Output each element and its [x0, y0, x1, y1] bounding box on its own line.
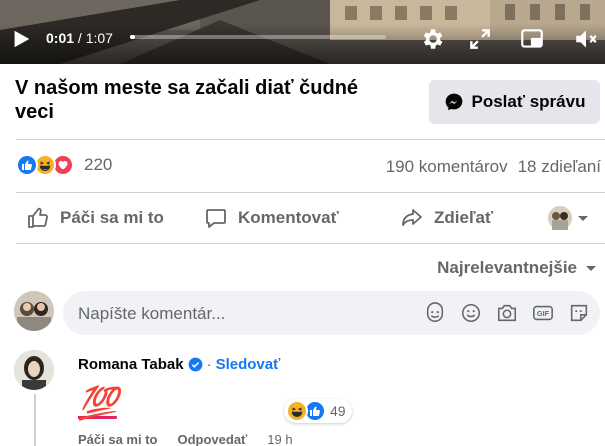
hundred-points-emoji: 💯 [78, 385, 118, 421]
comments-count-link[interactable]: 190 komentárov [386, 157, 508, 177]
post-stats: 190 komentárov 18 zdieľaní [386, 157, 601, 177]
comment-button[interactable]: Komentovať [204, 206, 339, 230]
comment-label: Komentovať [238, 208, 339, 227]
send-message-label: Poslať správu [471, 92, 586, 111]
comment-author: Romana Tabak · Sledovať [78, 356, 280, 373]
shares-count-link[interactable]: 18 zdieľaní [518, 157, 601, 177]
sticker-alt-icon[interactable] [568, 302, 590, 324]
like-button[interactable]: Páči sa mi to [26, 206, 164, 230]
avatar[interactable] [14, 350, 54, 390]
post-action-bar: Páči sa mi to Komentovať Zdieľať [16, 198, 595, 240]
composer-tools: GIF [424, 302, 590, 324]
avatar [548, 206, 572, 230]
follow-button[interactable]: Sledovať [216, 356, 281, 373]
caret-down-icon [586, 266, 596, 271]
comment-sort-dropdown[interactable]: Najrelevantnejšie [437, 258, 597, 278]
comment-author-name[interactable]: Romana Tabak [78, 356, 184, 373]
settings-icon[interactable] [419, 26, 445, 52]
svg-text:GIF: GIF [537, 309, 550, 318]
divider [16, 243, 605, 244]
video-player[interactable]: 0:01 / 1:07 [0, 0, 605, 64]
mute-icon[interactable] [573, 26, 599, 52]
comment-like-button[interactable]: Páči sa mi to [78, 432, 157, 446]
profile-selector[interactable] [548, 206, 588, 230]
chevron-down-icon [578, 216, 588, 221]
comment-input-placeholder: Napíšte komentár... [78, 304, 226, 323]
separator-dot: · [206, 356, 212, 373]
video-controls: 0:01 / 1:07 [0, 22, 605, 54]
like-label: Páči sa mi to [60, 208, 164, 227]
thumbs-up-icon [28, 207, 48, 228]
share-button[interactable]: Zdieľať [400, 206, 493, 230]
avatar[interactable] [14, 291, 54, 331]
video-current-time: 0:01 [46, 30, 75, 46]
share-label: Zdieľať [434, 208, 494, 227]
comment-text: 💯 [78, 384, 118, 422]
emoji-icon[interactable] [460, 302, 482, 324]
comment-actions: Páči sa mi to Odpovedať 19 h [78, 432, 293, 446]
picture-in-picture-icon[interactable] [519, 26, 545, 52]
sort-label: Najrelevantnejšie [437, 258, 577, 277]
comment-reactions[interactable]: 49 [284, 399, 352, 423]
post-title: V našom meste sa začali diať čudné veci [15, 77, 359, 123]
like-reaction-icon [16, 154, 38, 176]
reply-thread-line [34, 394, 36, 446]
verified-badge-icon [188, 357, 202, 372]
fullscreen-icon[interactable] [467, 26, 493, 52]
video-progress-bar[interactable] [130, 35, 386, 39]
comment-timestamp[interactable]: 19 h [267, 432, 292, 446]
share-icon [402, 209, 422, 226]
comment-reaction-count: 49 [330, 403, 346, 419]
gif-icon[interactable]: GIF [532, 302, 554, 324]
haha-reaction-icon [286, 400, 308, 422]
camera-icon[interactable] [496, 302, 518, 324]
reaction-count: 220 [84, 155, 113, 174]
video-time: 0:01 / 1:07 [46, 30, 113, 46]
reactions-summary[interactable]: 220 [16, 154, 112, 176]
comment-icon [206, 209, 226, 228]
send-message-button[interactable]: Poslať správu [429, 80, 600, 124]
divider [16, 192, 605, 193]
divider [16, 139, 605, 140]
video-progress-fill [130, 35, 136, 39]
messenger-icon [445, 93, 462, 111]
comment-input[interactable]: Napíšte komentár... GIF [63, 291, 600, 335]
video-duration: 1:07 [85, 30, 113, 46]
play-icon[interactable] [10, 28, 32, 50]
sticker-icon[interactable] [424, 302, 446, 324]
comment-reply-button[interactable]: Odpovedať [177, 432, 247, 446]
